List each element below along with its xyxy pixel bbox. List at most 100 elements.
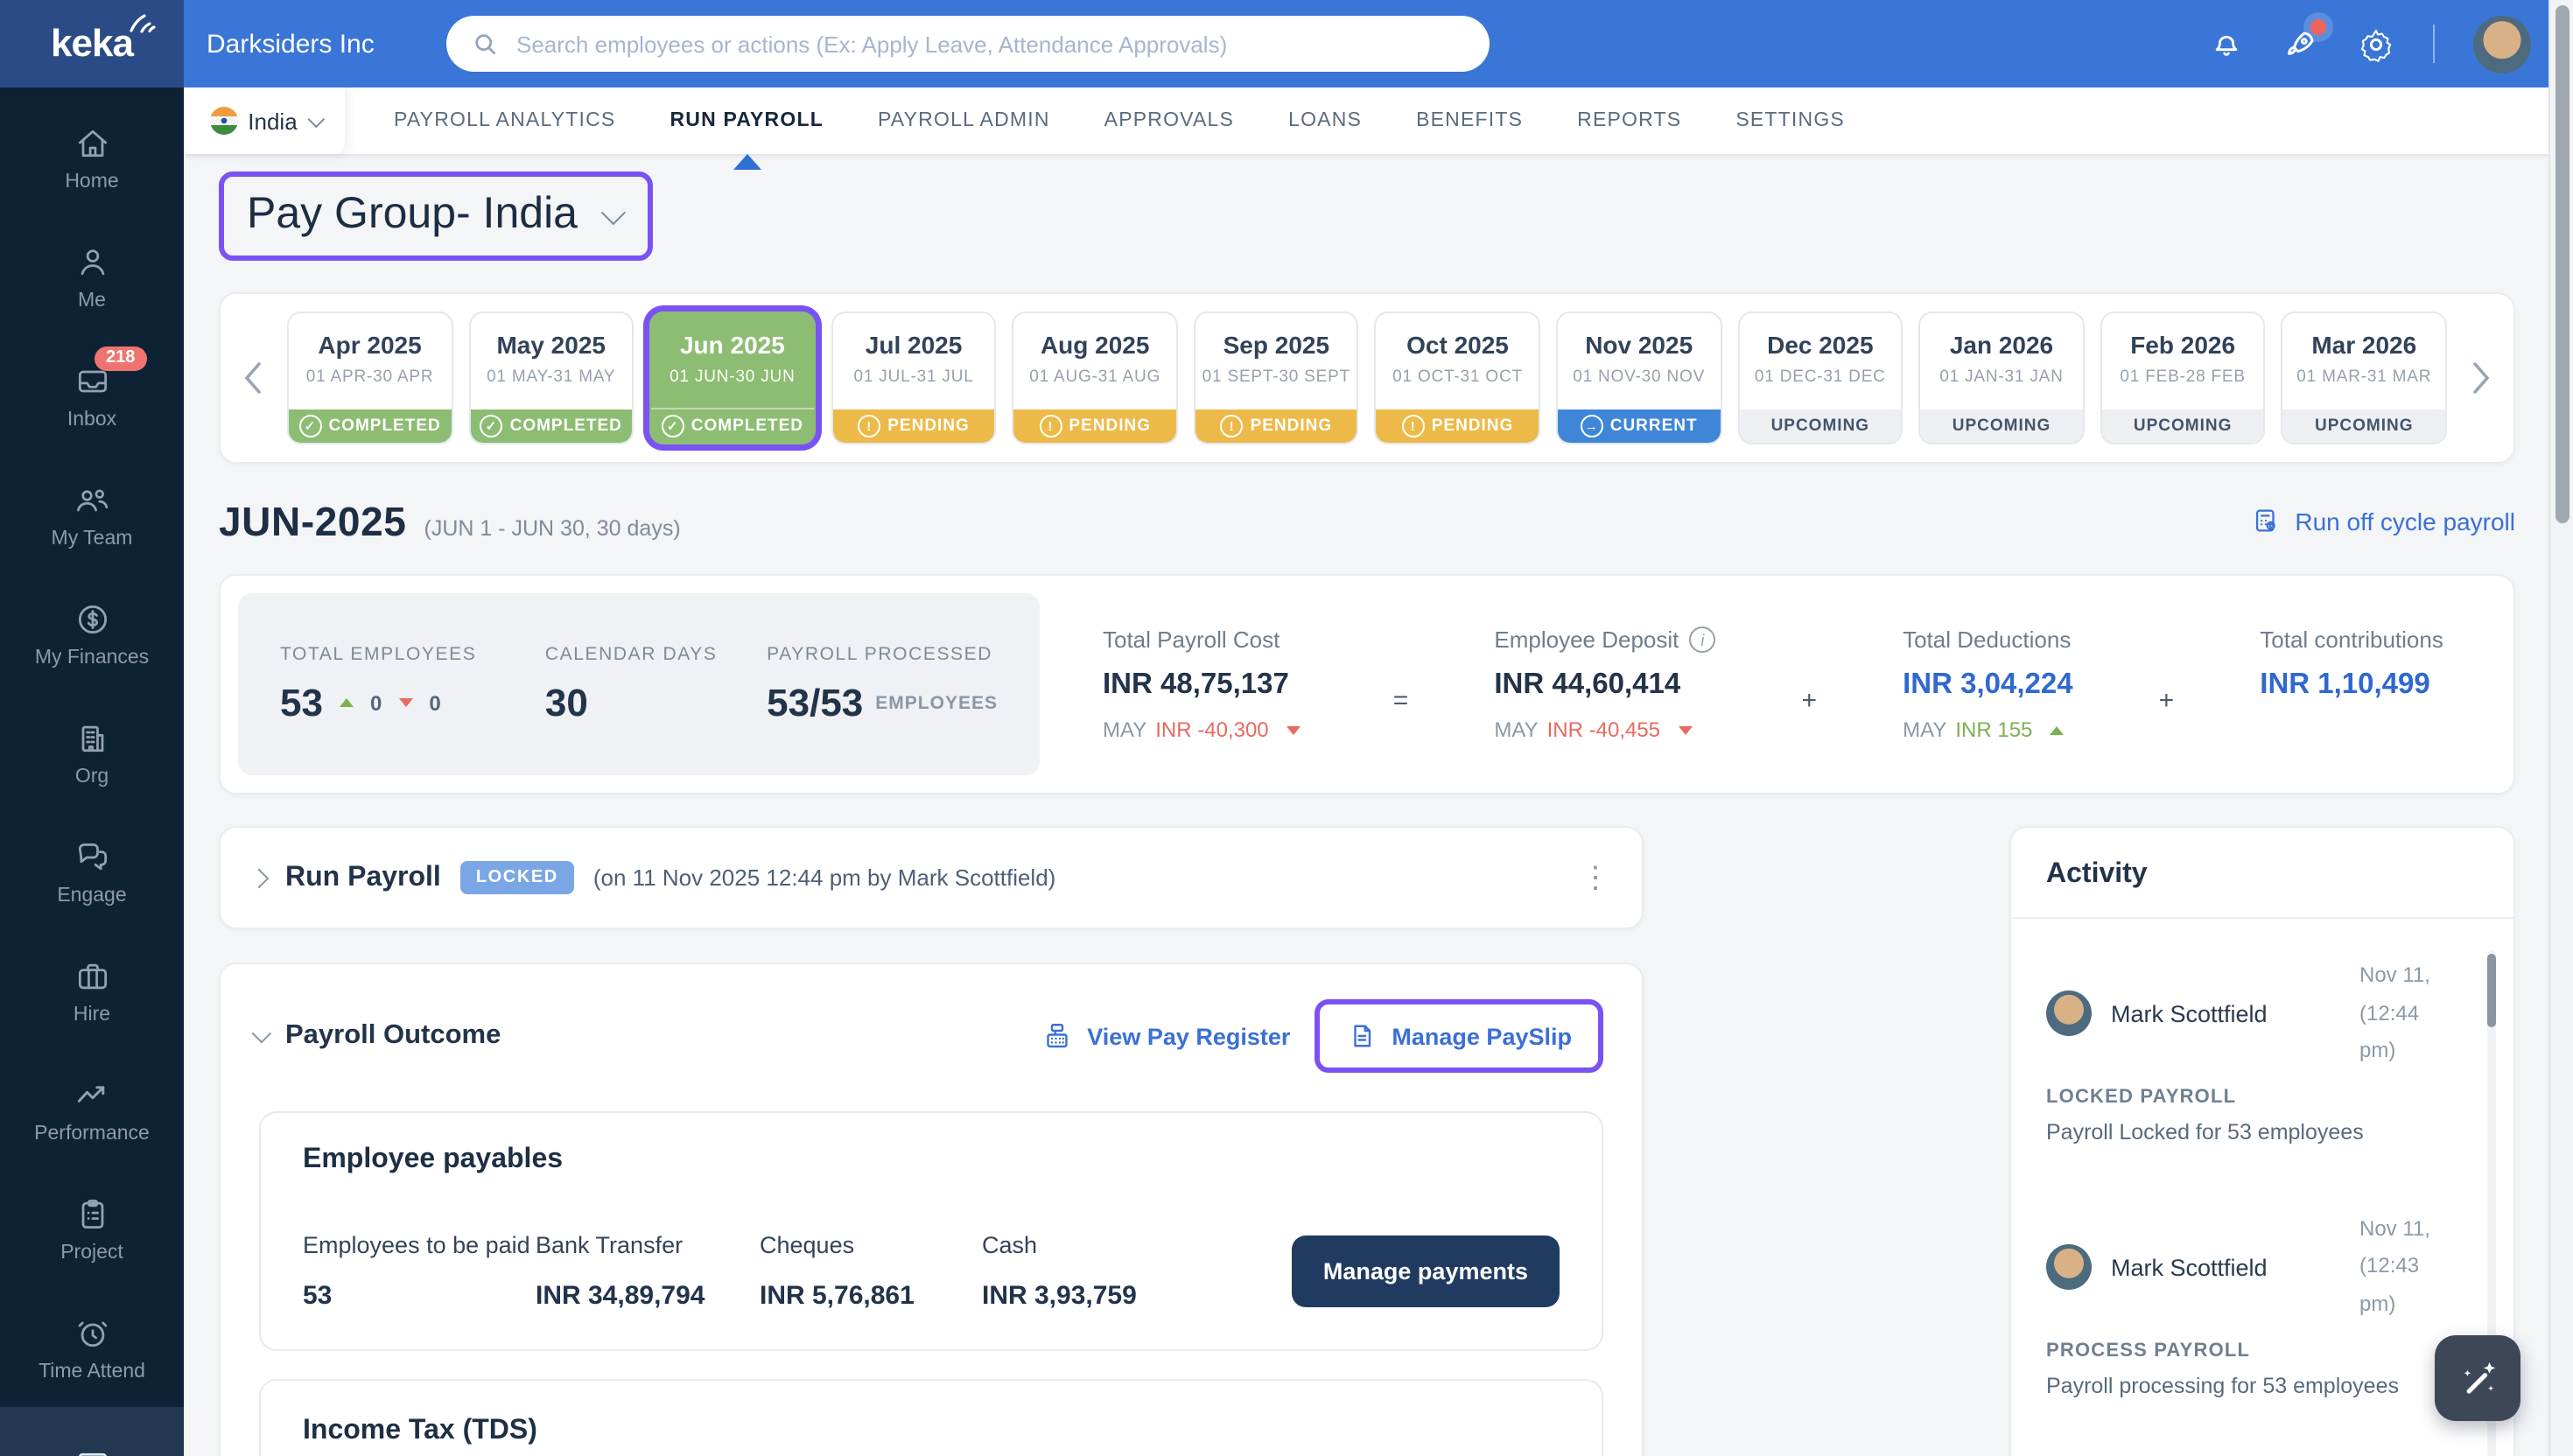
company-name: Darksiders Inc	[207, 29, 375, 59]
pay-group-selector[interactable]: Pay Group- India	[219, 172, 653, 261]
chevron-down-icon[interactable]	[251, 1023, 272, 1044]
sidebar-item-me[interactable]: Me	[0, 217, 184, 336]
alert-circle-icon: !	[1401, 415, 1425, 438]
total-payroll-cost: Total Payroll Cost INR 48,75,137 MAY INR…	[1103, 626, 1308, 742]
avatar[interactable]	[2046, 990, 2092, 1037]
building-icon	[81, 724, 103, 752]
person-icon	[80, 248, 104, 275]
period-subtitle: (JUN 1 - JUN 30, 30 days)	[424, 516, 681, 541]
settings-gear-icon[interactable]	[2358, 25, 2394, 62]
trend-up-icon	[77, 1085, 105, 1102]
month-card-aug-2025[interactable]: Aug 2025 01 AUG-31 AUG ! PENDING	[1012, 312, 1178, 444]
tab-reports[interactable]: REPORTS	[1577, 88, 1681, 154]
info-icon[interactable]: i	[1689, 626, 1716, 653]
overflow-menu-icon[interactable]: ⋮	[1581, 863, 1610, 892]
assistant-wand-button[interactable]	[2435, 1335, 2520, 1421]
notifications-bell-icon[interactable]	[2209, 26, 2244, 61]
month-card-nov-2025[interactable]: Nov 2025 01 NOV-30 NOV → CURRENT	[1556, 312, 1722, 444]
cash-stat: Cash INR 3,93,759	[982, 1232, 1137, 1311]
manage-payslip-link[interactable]: Manage PaySlip	[1315, 999, 1603, 1073]
sidebar-item-inbox[interactable]: 218 Inbox	[0, 336, 184, 455]
sidebar-item-my-finances[interactable]: My Finances	[0, 574, 184, 693]
cost-breakdown: Total Payroll Cost INR 48,75,137 MAY INR…	[1040, 626, 2496, 742]
sidebar-item-org[interactable]: Org	[0, 693, 184, 812]
down-caret-icon	[399, 698, 414, 707]
sidebar-item-home[interactable]: Home	[0, 98, 184, 217]
whats-new-rocket-icon[interactable]	[2282, 18, 2326, 62]
sidebar-item-time-attend[interactable]: Time Attend	[0, 1288, 184, 1407]
plus-operator: +	[1801, 686, 1817, 716]
topbar-divider	[2433, 24, 2435, 63]
search-input[interactable]	[446, 16, 1490, 72]
activity-scrollbar-thumb[interactable]	[2487, 954, 2496, 1027]
total-contributions: Total contributions INR 1,10,499	[2260, 626, 2443, 700]
activity-item: Mark Scottfield Nov 11, (12:44 pm) LOCKE…	[2046, 962, 2430, 1144]
month-card-apr-2025[interactable]: Apr 2025 01 APR-30 APR ✓ COMPLETED	[287, 312, 453, 444]
sidebar-item-payroll[interactable]	[0, 1407, 184, 1456]
run-payroll-section[interactable]: Run Payroll LOCKED (on 11 Nov 2025 12:44…	[219, 826, 1644, 929]
period-title: JUN-2025	[219, 499, 407, 544]
status-badge: → CURRENT	[1558, 410, 1721, 443]
chat-bubbles-icon	[77, 842, 107, 870]
status-badge: UPCOMING	[2101, 410, 2264, 443]
payroll-summary-card: TOTAL EMPLOYEES 53 0 0 CALENDAR DAYS 30	[219, 574, 2515, 794]
tab-run-payroll[interactable]: RUN PAYROLL	[670, 88, 824, 154]
month-card-jul-2025[interactable]: Jul 2025 01 JUL-31 JUL ! PENDING	[831, 312, 997, 444]
income-tax-card: Income Tax (TDS)	[259, 1379, 1603, 1456]
payroll-outcome-section: Payroll Outcome View Pay Register Manage…	[219, 962, 1644, 1456]
carousel-left-arrow[interactable]	[231, 360, 273, 396]
employee-summary-panel: TOTAL EMPLOYEES 53 0 0 CALENDAR DAYS 30	[238, 593, 1040, 775]
alert-circle-icon: !	[1220, 415, 1244, 438]
pay-register-icon	[1047, 1024, 1068, 1048]
equals-operator: =	[1392, 686, 1409, 716]
tab-benefits[interactable]: BENEFITS	[1416, 88, 1523, 154]
tab-payroll-admin[interactable]: PAYROLL ADMIN	[878, 88, 1050, 154]
total-employees-stat: TOTAL EMPLOYEES 53 0 0	[280, 643, 477, 724]
avatar[interactable]	[2046, 1244, 2092, 1291]
status-badge: UPCOMING	[1739, 410, 1902, 443]
month-card-dec-2025[interactable]: Dec 2025 01 DEC-31 DEC UPCOMING	[1737, 312, 1903, 444]
month-card-sep-2025[interactable]: Sep 2025 01 SEPT-30 SEPT ! PENDING	[1193, 312, 1359, 444]
keka-logo-text: keka	[51, 21, 134, 65]
run-off-cycle-payroll-link[interactable]: Run off cycle payroll	[2251, 506, 2515, 536]
month-card-feb-2026[interactable]: Feb 2026 01 FEB-28 FEB UPCOMING	[2100, 312, 2266, 444]
sidebar-item-performance[interactable]: Performance	[0, 1050, 184, 1169]
clipboard-icon	[81, 1199, 103, 1228]
manage-payments-button[interactable]: Manage payments	[1291, 1236, 1560, 1307]
tab-payroll-analytics[interactable]: PAYROLL ANALYTICS	[394, 88, 615, 154]
global-search	[446, 16, 1490, 72]
magic-wand-icon	[2463, 1361, 2495, 1393]
view-pay-register-link[interactable]: View Pay Register	[1041, 1020, 1290, 1052]
month-card-jan-2026[interactable]: Jan 2026 01 JAN-31 JAN UPCOMING	[1918, 312, 2085, 444]
month-card-mar-2026[interactable]: Mar 2026 01 MAR-31 MAR UPCOMING	[2281, 312, 2447, 444]
chevron-down-icon	[307, 109, 325, 127]
chevron-right-icon[interactable]	[249, 867, 270, 888]
status-badge: ✓ COMPLETED	[289, 410, 452, 443]
total-deductions: Total Deductions INR 3,04,224 MAY INR 15…	[1903, 626, 2073, 742]
status-badge: ! PENDING	[1376, 410, 1539, 443]
month-card-jun-2025-selected[interactable]: Jun 2025 01 JUN-30 JUN ✓ COMPLETED	[649, 312, 816, 444]
alert-circle-icon: !	[1039, 415, 1062, 438]
sidebar-item-project[interactable]: Project	[0, 1169, 184, 1288]
entity-selector-india[interactable]: India	[184, 88, 345, 154]
tab-loans[interactable]: LOANS	[1288, 88, 1362, 154]
carousel-right-arrow[interactable]	[2461, 360, 2503, 396]
payroll-monitor-icon	[78, 1452, 106, 1456]
page-scrollbar-thumb[interactable]	[2555, 5, 2569, 523]
home-icon	[77, 129, 107, 157]
tab-settings[interactable]: SETTINGS	[1735, 88, 1845, 154]
sidebar-item-hire[interactable]: Hire	[0, 931, 184, 1050]
check-circle-icon: ✓	[298, 415, 322, 438]
up-caret-icon	[340, 698, 354, 707]
calendar-days-stat: CALENDAR DAYS 30	[544, 643, 718, 724]
down-caret-icon	[1286, 725, 1301, 734]
sidebar-item-engage[interactable]: Engage	[0, 812, 184, 931]
sidebar-item-my-team[interactable]: My Team	[0, 455, 184, 574]
module-tab-bar: India PAYROLL ANALYTICS RUN PAYROLL PAYR…	[184, 88, 2573, 154]
month-card-oct-2025[interactable]: Oct 2025 01 OCT-31 OCT ! PENDING	[1374, 312, 1541, 444]
page-scrollbar	[2548, 0, 2573, 1456]
month-card-may-2025[interactable]: May 2025 01 MAY-31 MAY ✓ COMPLETED	[468, 312, 634, 444]
keka-logo[interactable]: keka	[0, 0, 184, 88]
user-avatar[interactable]	[2473, 15, 2531, 73]
tab-approvals[interactable]: APPROVALS	[1104, 88, 1234, 154]
